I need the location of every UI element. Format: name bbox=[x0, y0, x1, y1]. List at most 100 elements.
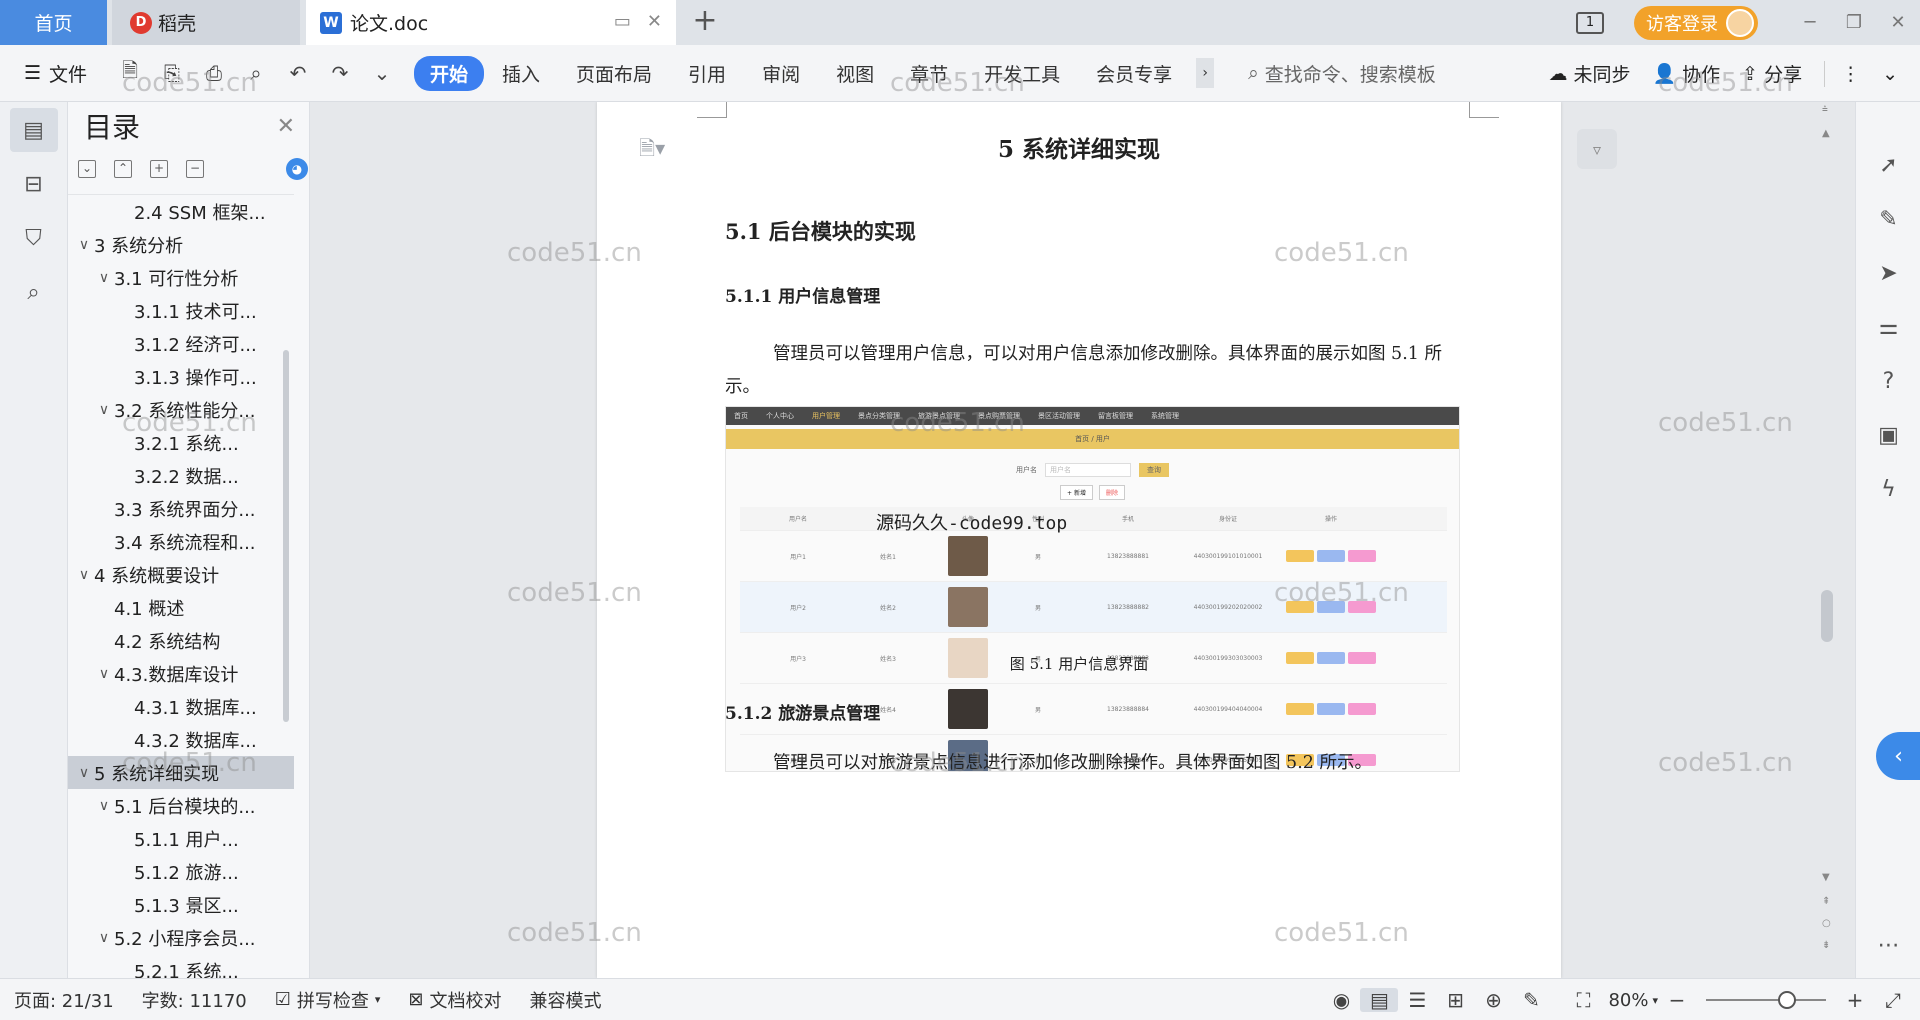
close-icon[interactable]: ✕ bbox=[277, 114, 295, 139]
toc-item[interactable]: 2.4 SSM 框架... bbox=[68, 195, 294, 228]
toc-scrollbar[interactable] bbox=[283, 350, 289, 722]
web-view-icon[interactable]: ⊕ bbox=[1474, 988, 1512, 1012]
outline-view-icon[interactable]: ☰ bbox=[1398, 988, 1436, 1012]
new-tab-button[interactable]: + bbox=[690, 6, 720, 36]
redo-icon[interactable]: ↷ bbox=[326, 61, 354, 85]
scroll-up-icon[interactable]: ▲ bbox=[1822, 128, 1830, 139]
cursor-icon[interactable]: ➤ bbox=[1856, 246, 1920, 300]
chevron-down-icon[interactable]: ∨ bbox=[94, 798, 114, 814]
toc-item[interactable]: 3.4 系统流程和... bbox=[68, 525, 294, 558]
toc-item[interactable]: ∨ 5.1 后台模块的... bbox=[68, 789, 294, 822]
fit-page-icon[interactable]: ⛶ bbox=[1564, 988, 1602, 1012]
select-browse-icon[interactable]: ○ bbox=[1822, 918, 1831, 929]
toc-item[interactable]: ∨ 3.1 可行性分析 bbox=[68, 261, 294, 294]
ribbon-tab[interactable]: 审阅 bbox=[744, 60, 818, 87]
close-window-icon[interactable]: ✕ bbox=[1876, 12, 1920, 33]
undo-icon[interactable]: ↶ bbox=[284, 61, 312, 85]
ribbon-tab[interactable]: 开始 bbox=[414, 55, 485, 91]
collapse-panel-icon[interactable]: ‹ bbox=[1876, 732, 1920, 780]
spell-check-button[interactable]: ☑ 拼写检查 ▾ bbox=[275, 987, 381, 1013]
page-view-icon[interactable]: ▤ bbox=[1360, 988, 1399, 1012]
next-page-icon[interactable]: ⇟ bbox=[1822, 940, 1830, 951]
toc-item[interactable]: ∨ 3 系统分析 bbox=[68, 228, 294, 261]
remove-heading-icon[interactable]: − bbox=[186, 160, 204, 178]
ribbon-tab[interactable]: 章节 bbox=[892, 60, 966, 87]
toc-item[interactable]: ∨ 5.2 小程序会员... bbox=[68, 921, 294, 954]
screen-icon[interactable]: ▭ bbox=[614, 11, 631, 32]
save-icon[interactable]: 🗎 bbox=[116, 56, 144, 90]
vertical-scrollbar[interactable]: ⩮ ▲ ▼ ⇞ ○ ⇟ bbox=[1817, 102, 1837, 978]
add-heading-icon[interactable]: + bbox=[150, 160, 168, 178]
ribbon-tab[interactable]: 会员专享 bbox=[1078, 60, 1190, 87]
chevron-down-icon[interactable]: ∨ bbox=[94, 270, 114, 286]
ribbon-tab[interactable]: 开发工具 bbox=[966, 60, 1078, 87]
chevron-down-icon[interactable]: ∨ bbox=[94, 666, 114, 682]
command-search[interactable]: ⌕ 查找命令、搜索模板 bbox=[1248, 60, 1578, 87]
sliders-icon[interactable]: ⚌ bbox=[1856, 300, 1920, 354]
scroll-down-icon[interactable]: ▼ bbox=[1822, 872, 1830, 883]
toc-item[interactable]: ∨ 3.2 系统性能分... bbox=[68, 393, 294, 426]
chevron-down-icon[interactable]: ∨ bbox=[94, 402, 114, 418]
toc-item[interactable]: 5.1.3 景区... bbox=[68, 888, 294, 921]
close-tab-icon[interactable]: ✕ bbox=[647, 11, 662, 32]
page-indicator[interactable]: 页面: 21/31 bbox=[14, 987, 114, 1013]
window-count-icon[interactable]: 1 bbox=[1576, 11, 1604, 34]
help-icon[interactable]: ? bbox=[1856, 354, 1920, 408]
toc-item[interactable]: 3.1.1 技术可... bbox=[68, 294, 294, 327]
toc-item[interactable]: 3.1.2 经济可... bbox=[68, 327, 294, 360]
toc-panel-icon[interactable]: ▤ bbox=[9, 108, 58, 152]
zoom-slider[interactable] bbox=[1706, 991, 1826, 1009]
guest-login-button[interactable]: 访客登录 bbox=[1634, 5, 1758, 40]
zoom-out-icon[interactable]: − bbox=[1658, 988, 1696, 1012]
toc-item[interactable]: 3.2.2 数据... bbox=[68, 459, 294, 492]
word-count[interactable]: 字数: 11170 bbox=[142, 987, 247, 1013]
share-button[interactable]: ⇪ 分享 bbox=[1742, 60, 1802, 87]
toc-item[interactable]: ∨ 4.3.数据库设计 bbox=[68, 657, 294, 690]
print-preview-icon[interactable]: ⌕ bbox=[242, 61, 270, 85]
minimize-icon[interactable]: ─ bbox=[1788, 12, 1832, 33]
ribbon-tab[interactable]: 插入 bbox=[484, 60, 558, 87]
chevron-down-icon[interactable]: ∨ bbox=[74, 237, 94, 253]
proofread-button[interactable]: ⊠ 文档校对 bbox=[408, 987, 501, 1013]
scroll-thumb[interactable] bbox=[1821, 590, 1833, 642]
write-mode-icon[interactable]: ✎ bbox=[1512, 988, 1550, 1012]
chevron-down-icon[interactable]: ∨ bbox=[74, 765, 94, 781]
prev-page-icon[interactable]: ⇞ bbox=[1822, 896, 1830, 907]
ribbon-tab[interactable]: 视图 bbox=[818, 60, 892, 87]
expand-icon[interactable]: ⌄ bbox=[78, 160, 96, 178]
eye-protection-icon[interactable]: ◉ bbox=[1322, 988, 1360, 1012]
file-menu-button[interactable]: ☰ 文件 bbox=[0, 60, 110, 87]
toc-item[interactable]: ∨ 4 系统概要设计 bbox=[68, 558, 294, 591]
collapse-ribbon-icon[interactable]: ⌄ bbox=[1882, 63, 1898, 85]
find-icon[interactable]: ⌕ bbox=[10, 270, 58, 314]
sync-button[interactable]: ☁ 未同步 bbox=[1548, 60, 1630, 87]
rocket-icon[interactable]: ➚ bbox=[1856, 138, 1920, 192]
ribbon-tab[interactable]: 引用 bbox=[670, 60, 744, 87]
zoom-in-icon[interactable]: + bbox=[1836, 988, 1874, 1012]
document-page[interactable]: 🗎▾ 5 系统详细实现 5.1 后台模块的实现 5.1.1 用户信息管理 管理员… bbox=[597, 102, 1561, 978]
export-icon[interactable]: ⎘ bbox=[158, 61, 186, 85]
chevron-down-icon[interactable]: ∨ bbox=[74, 567, 94, 583]
restore-icon[interactable]: ❐ bbox=[1832, 12, 1876, 33]
toc-item[interactable]: 4.3.2 数据库... bbox=[68, 723, 294, 756]
more-tabs-button[interactable]: › bbox=[1196, 58, 1215, 88]
toc-item[interactable]: 4.1 概述 bbox=[68, 591, 294, 624]
tab-home[interactable]: 首页 bbox=[0, 0, 107, 45]
toc-item[interactable]: 3.2.1 系统... bbox=[68, 426, 294, 459]
more-options-icon[interactable]: ⋮ bbox=[1841, 63, 1860, 85]
smart-toc-icon[interactable]: ◕ bbox=[286, 158, 308, 180]
toc-item[interactable]: 3.1.3 操作可... bbox=[68, 360, 294, 393]
more-tools-icon[interactable]: ⋯ bbox=[1856, 933, 1920, 958]
zoom-slider-knob[interactable] bbox=[1778, 991, 1796, 1009]
collaborate-button[interactable]: 👤 协作 bbox=[1652, 60, 1720, 87]
read-mode-icon[interactable]: ⊞ bbox=[1436, 988, 1474, 1012]
scroll-top-icon[interactable]: ⩮ bbox=[1822, 104, 1828, 115]
print-icon[interactable]: ⎙ bbox=[200, 61, 228, 85]
customize-icon[interactable]: ⌄ bbox=[368, 61, 396, 85]
filter-toggle-icon[interactable]: ▿ bbox=[1577, 129, 1617, 169]
chevron-down-icon[interactable]: ∨ bbox=[94, 930, 114, 946]
ribbon-tab[interactable]: 页面布局 bbox=[558, 60, 670, 87]
tab-document[interactable]: W 论文.doc ▭ ✕ bbox=[306, 0, 676, 45]
toc-item[interactable]: 5.2.1 系统... bbox=[68, 954, 294, 979]
tab-daoke[interactable]: D 稻壳 bbox=[112, 0, 300, 45]
